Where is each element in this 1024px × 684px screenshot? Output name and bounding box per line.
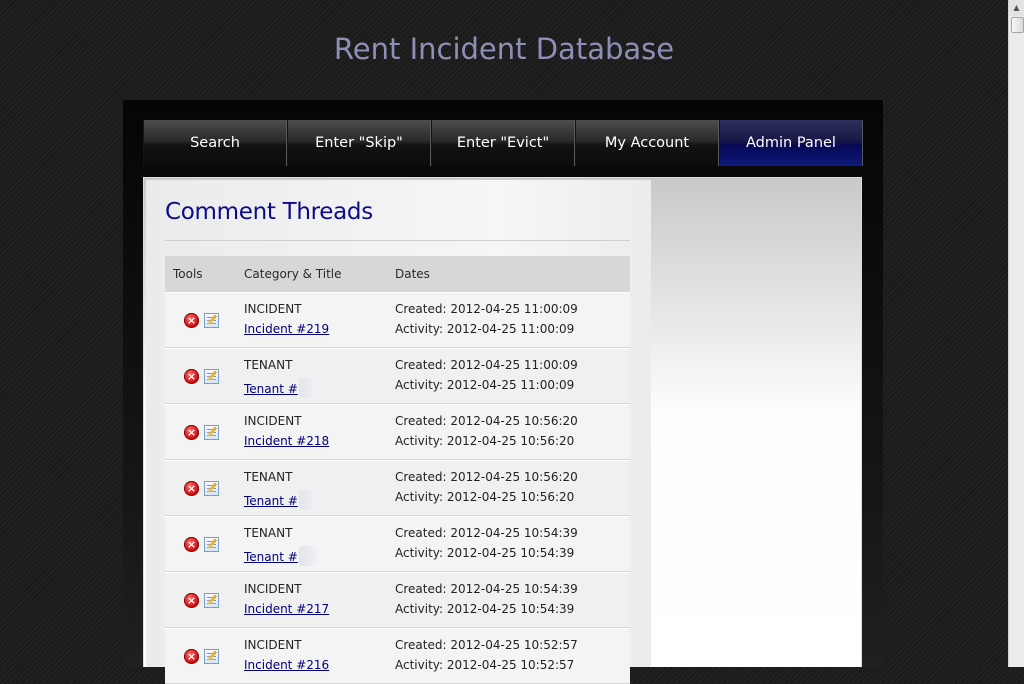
edit-icon[interactable]: [204, 481, 219, 496]
row-activity: Activity: 2012-04-25 11:00:09: [395, 322, 575, 336]
header-tools: Tools: [173, 267, 203, 281]
redacted-id: [298, 490, 317, 510]
row-created: Created: 2012-04-25 10:56:20: [395, 414, 578, 428]
row-title-text: Tenant #: [244, 494, 298, 508]
delete-icon[interactable]: ×: [184, 649, 199, 664]
vertical-scrollbar[interactable]: ▲: [1008, 0, 1024, 667]
row-activity: Activity: 2012-04-25 10:54:39: [395, 602, 575, 616]
row-title-link[interactable]: Tenant #: [244, 490, 317, 510]
row-title-link[interactable]: Incident #217: [244, 602, 329, 616]
header-category-title: Category & Title: [244, 267, 342, 281]
edit-icon[interactable]: [204, 425, 219, 440]
row-category: INCIDENT: [244, 638, 302, 652]
delete-icon[interactable]: ×: [184, 313, 199, 328]
table-row: × INCIDENT Incident #219 Created: 2012-0…: [165, 292, 630, 348]
row-category: TENANT: [244, 526, 293, 540]
nav-search[interactable]: Search: [143, 120, 287, 166]
delete-icon[interactable]: ×: [184, 593, 199, 608]
table-row: × TENANT Tenant # Created: 2012-04-25 10…: [165, 516, 630, 572]
row-activity: Activity: 2012-04-25 10:56:20: [395, 434, 575, 448]
delete-icon[interactable]: ×: [184, 425, 199, 440]
delete-icon[interactable]: ×: [184, 369, 199, 384]
row-title-link[interactable]: Tenant #: [244, 546, 317, 566]
row-category: INCIDENT: [244, 582, 302, 596]
row-category: INCIDENT: [244, 414, 302, 428]
row-title-link[interactable]: Incident #218: [244, 434, 329, 448]
title-divider: [165, 240, 630, 241]
table-row: × INCIDENT Incident #216 Created: 2012-0…: [165, 628, 630, 684]
row-created: Created: 2012-04-25 10:54:39: [395, 526, 578, 540]
nav-enter-evict[interactable]: Enter "Evict": [431, 120, 575, 166]
header-dates: Dates: [395, 267, 430, 281]
delete-icon[interactable]: ×: [184, 481, 199, 496]
row-created: Created: 2012-04-25 10:52:57: [395, 638, 578, 652]
row-activity: Activity: 2012-04-25 10:56:20: [395, 490, 575, 504]
site-title: Rent Incident Database: [333, 32, 675, 66]
redacted-id: [298, 546, 317, 566]
page-title: Comment Threads: [165, 199, 373, 225]
delete-icon[interactable]: ×: [184, 537, 199, 552]
row-title-text: Tenant #: [244, 382, 298, 396]
edit-icon[interactable]: [204, 369, 219, 384]
table-row: × TENANT Tenant # Created: 2012-04-25 10…: [165, 460, 630, 516]
row-title-link[interactable]: Incident #219: [244, 322, 329, 336]
table-row: × INCIDENT Incident #217 Created: 2012-0…: [165, 572, 630, 628]
scroll-thumb[interactable]: [1011, 17, 1024, 33]
main-nav: Search Enter "Skip" Enter "Evict" My Acc…: [143, 120, 863, 166]
row-created: Created: 2012-04-25 10:56:20: [395, 470, 578, 484]
nav-my-account[interactable]: My Account: [575, 120, 719, 166]
edit-icon[interactable]: [204, 537, 219, 552]
table-row: × INCIDENT Incident #218 Created: 2012-0…: [165, 404, 630, 460]
nav-admin-panel[interactable]: Admin Panel: [719, 120, 863, 166]
row-title-text: Tenant #: [244, 550, 298, 564]
table-header: Tools Category & Title Dates: [165, 256, 630, 292]
row-title-link[interactable]: Tenant #: [244, 378, 317, 398]
edit-icon[interactable]: [204, 593, 219, 608]
table-row: × TENANT Tenant # Created: 2012-04-25 11…: [165, 348, 630, 404]
row-activity: Activity: 2012-04-25 11:00:09: [395, 378, 575, 392]
row-activity: Activity: 2012-04-25 10:54:39: [395, 546, 575, 560]
row-title-link[interactable]: Incident #216: [244, 658, 329, 672]
row-activity: Activity: 2012-04-25 10:52:57: [395, 658, 575, 672]
row-category: TENANT: [244, 358, 293, 372]
edit-icon[interactable]: [204, 649, 219, 664]
edit-icon[interactable]: [204, 313, 219, 328]
row-created: Created: 2012-04-25 10:54:39: [395, 582, 578, 596]
row-category: TENANT: [244, 470, 293, 484]
row-created: Created: 2012-04-25 11:00:09: [395, 358, 578, 372]
row-category: INCIDENT: [244, 302, 302, 316]
nav-enter-skip[interactable]: Enter "Skip": [287, 120, 431, 166]
scroll-up-arrow-icon[interactable]: ▲: [1009, 0, 1024, 16]
comment-threads-table: Tools Category & Title Dates × INCIDENT …: [165, 256, 630, 684]
redacted-id: [298, 378, 317, 398]
row-created: Created: 2012-04-25 11:00:09: [395, 302, 578, 316]
